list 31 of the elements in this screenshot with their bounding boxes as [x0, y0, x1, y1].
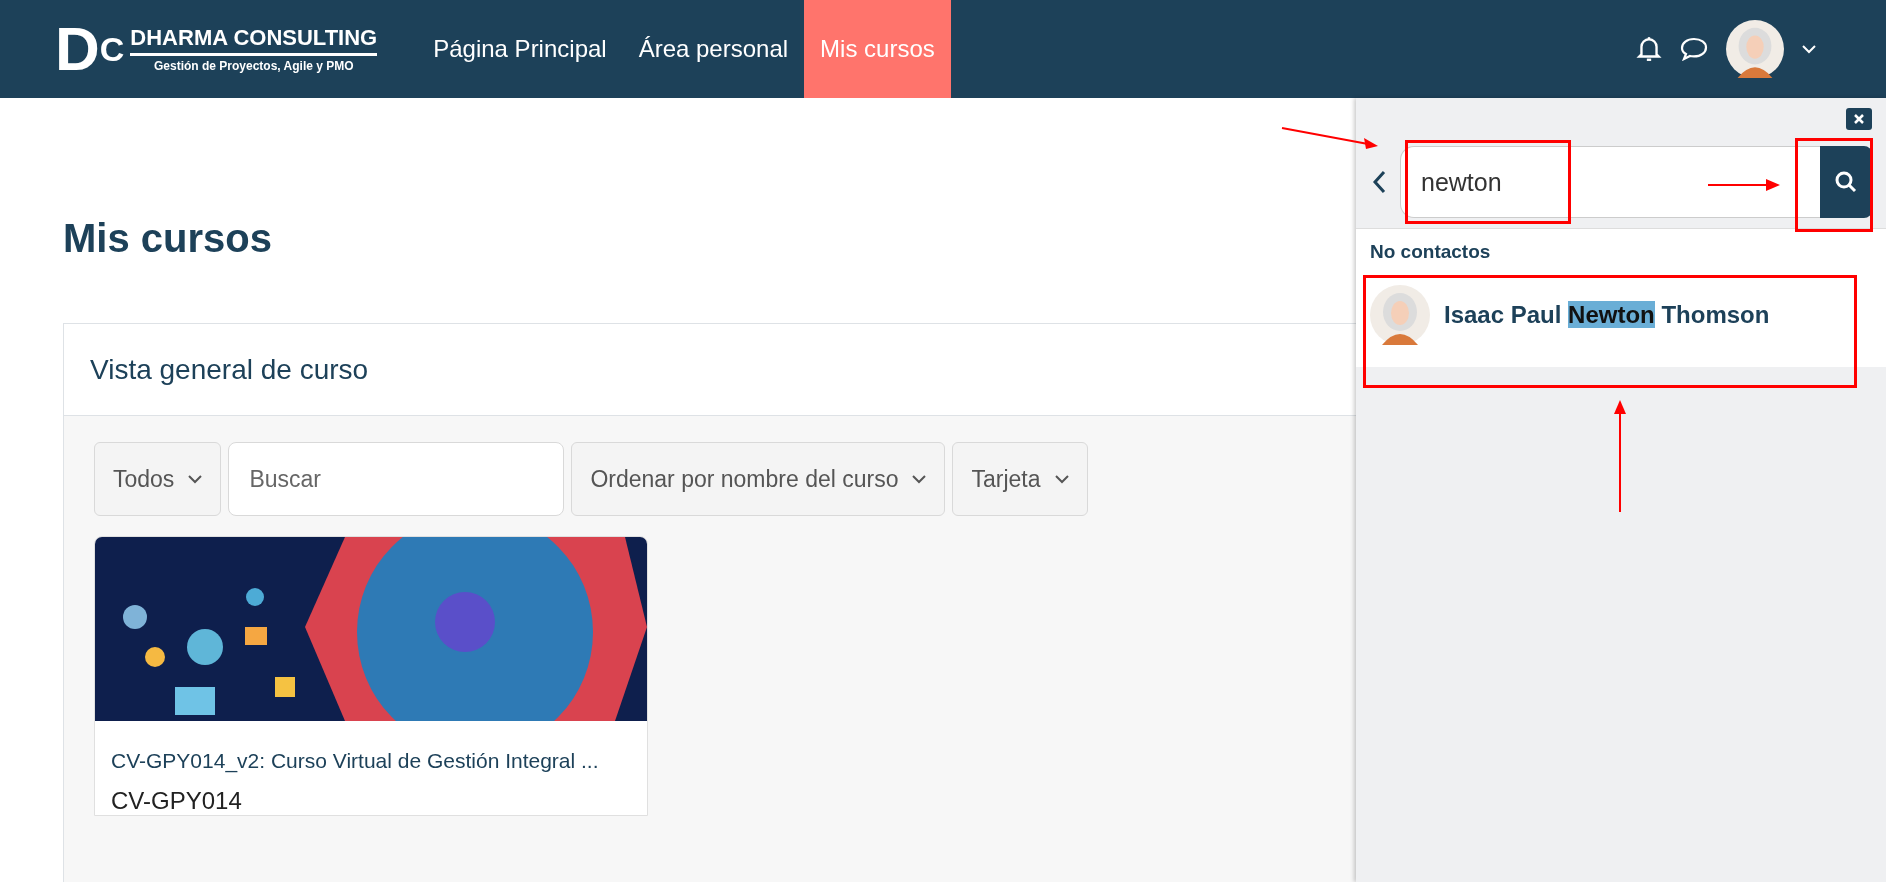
bell-icon[interactable]	[1636, 35, 1662, 63]
caret-icon	[1054, 474, 1069, 484]
logo-monogram: DC	[55, 18, 125, 80]
page-title: Mis cursos	[63, 215, 272, 261]
brand-tagline: Gestión de Proyectos, Agile y PMO	[153, 59, 354, 73]
caret-icon	[188, 474, 203, 484]
contact-name: Isaac Paul Newton Thomson	[1444, 301, 1770, 329]
nav-link[interactable]: Página Principal	[417, 0, 623, 98]
filter-dropdown[interactable]: Tarjeta	[952, 442, 1088, 516]
close-icon	[1853, 113, 1865, 125]
brand-name: DHARMA CONSULTING	[130, 25, 378, 56]
user-avatar	[1726, 20, 1784, 78]
caret-icon	[912, 474, 927, 484]
search-field[interactable]: Buscar	[228, 442, 565, 516]
course-title[interactable]: CV-GPY014_v2: Curso Virtual de Gestión Integral ...	[111, 739, 631, 783]
contact-search-field[interactable]: newton	[1400, 146, 1820, 218]
annotation-arrow	[1708, 178, 1780, 192]
filter-dropdown[interactable]: Ordenar por nombre del curso	[571, 442, 946, 516]
nav-link[interactable]: Área personal	[622, 0, 805, 98]
close-button[interactable]	[1846, 108, 1872, 130]
panel-title: Vista general de curso	[90, 353, 369, 386]
chat-icon[interactable]	[1680, 37, 1708, 61]
section-heading: No contactos	[1369, 241, 1492, 264]
filter-dropdown[interactable]: Todos	[94, 442, 222, 516]
course-code: CV-GPY014	[111, 787, 243, 815]
chevron-icon	[1372, 170, 1386, 194]
contact-avatar	[1370, 285, 1430, 345]
caret-icon	[1802, 44, 1816, 54]
back-button[interactable]	[1372, 170, 1386, 194]
search-icon	[1834, 170, 1858, 194]
search-button[interactable]	[1820, 146, 1872, 218]
